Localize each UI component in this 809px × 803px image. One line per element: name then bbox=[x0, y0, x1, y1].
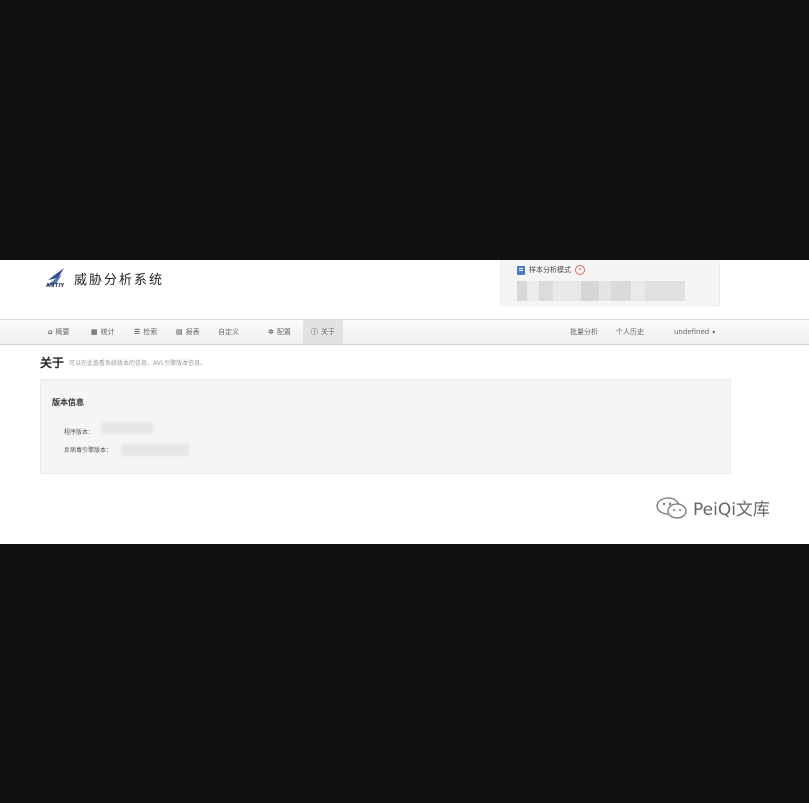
nav-item-about[interactable]: ⓘ 关于 bbox=[303, 320, 343, 344]
redacted-info bbox=[517, 281, 685, 301]
page-title: 关于 bbox=[40, 356, 65, 370]
wechat-icon bbox=[656, 496, 687, 519]
mode-switch[interactable]: 样本分析模式 ✕ bbox=[517, 264, 585, 276]
app-title: 威胁分析系统 bbox=[74, 273, 165, 288]
nav-item-batch-analysis[interactable]: 批量分析 bbox=[570, 320, 598, 344]
nav-label: 配置 bbox=[276, 328, 291, 336]
nav-item-custom[interactable]: 自定义 bbox=[218, 320, 239, 344]
nav-item-search[interactable]: ☰ 检索 bbox=[134, 320, 157, 344]
nav-label: 关于 bbox=[321, 328, 335, 336]
engine-version-value bbox=[121, 444, 189, 456]
list-icon: ☰ bbox=[134, 328, 141, 336]
nav-label: 检索 bbox=[143, 328, 158, 336]
main-navbar: ⌂ 概要 ▦ 统计 ☰ 检索 ▤ 报表 自定义 ✲ 配置 ⓘ 关于 批量分析 个… bbox=[0, 319, 809, 345]
home-icon: ⌂ bbox=[48, 328, 53, 336]
mode-panel: 样本分析模式 ✕ bbox=[500, 260, 720, 307]
program-version-value bbox=[101, 422, 153, 434]
nav-label: 个人历史 bbox=[616, 328, 644, 336]
watermark: PeiQi文库 bbox=[655, 495, 770, 520]
mode-label: 样本分析模式 bbox=[529, 266, 571, 274]
gear-icon: ✲ bbox=[268, 328, 274, 336]
document-icon bbox=[517, 265, 525, 275]
panel-title: 版本信息 bbox=[52, 398, 84, 407]
report-icon: ▤ bbox=[176, 328, 183, 336]
nav-item-config[interactable]: ✲ 配置 bbox=[268, 320, 291, 344]
version-panel: 版本信息 程序版本： 反病毒引擎版本： bbox=[40, 379, 731, 474]
toggle-icon[interactable]: ✕ bbox=[575, 265, 585, 275]
watermark-text: PeiQi文库 bbox=[693, 500, 770, 520]
nav-item-history[interactable]: 个人历史 bbox=[616, 320, 644, 344]
user-name: undefined bbox=[674, 328, 710, 336]
stats-icon: ▦ bbox=[91, 328, 98, 336]
nav-label: 报表 bbox=[185, 328, 200, 336]
nav-item-reports[interactable]: ▤ 报表 bbox=[176, 320, 200, 344]
logo-caption: ANTIY bbox=[46, 283, 65, 289]
antiy-logo bbox=[46, 268, 64, 286]
nav-item-overview[interactable]: ⌂ 概要 bbox=[48, 320, 69, 344]
nav-item-stats[interactable]: ▦ 统计 bbox=[91, 320, 115, 344]
engine-version-label: 反病毒引擎版本： bbox=[64, 447, 113, 454]
user-menu[interactable]: undefined ▾ bbox=[674, 320, 715, 344]
program-version-label: 程序版本： bbox=[64, 429, 95, 436]
app-window: ANTIY 威胁分析系统 样本分析模式 ✕ ⌂ 概要 ▦ 统计 ☰ 检索 ▤ 报… bbox=[0, 260, 809, 544]
nav-label: 概要 bbox=[55, 328, 70, 336]
nav-label: 自定义 bbox=[218, 328, 239, 336]
page-subtitle: 可以在此查看系统版本的信息、AVL引擎版本信息。 bbox=[69, 360, 207, 367]
info-icon: ⓘ bbox=[311, 328, 318, 336]
nav-label: 批量分析 bbox=[570, 328, 598, 336]
nav-label: 统计 bbox=[100, 328, 115, 336]
chevron-down-icon: ▾ bbox=[712, 328, 716, 336]
